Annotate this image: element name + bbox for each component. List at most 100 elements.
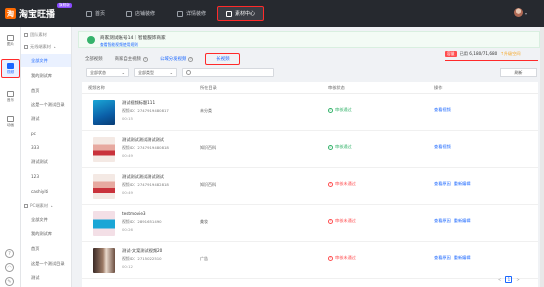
re-edit-link[interactable]: 重新编辑 (454, 255, 471, 261)
warning-icon: ! (328, 181, 333, 187)
video-position: 知识百科 (200, 145, 216, 150)
video-position: 美妆 (200, 219, 208, 224)
review-status-text: 审核通过 (335, 144, 352, 149)
next-page-button[interactable]: > (516, 277, 519, 282)
rail-item-label: 图片 (6, 41, 15, 46)
re-edit-link[interactable]: 重新编辑 (454, 181, 471, 187)
tab-public-videos[interactable]: 公域分发视频? (160, 53, 194, 65)
view-reason-link[interactable]: 查看原因 (434, 181, 451, 187)
table-row: 测试-文案测试视频20 视频ID：2715022510 00:12 广告 ! 审核… (82, 242, 538, 279)
topnav-detail[interactable]: 详情装修 (177, 6, 206, 21)
status-select[interactable]: 全部状态 ⌄ (86, 68, 129, 77)
sidebar-item[interactable]: 这是一个测试目录 (21, 98, 71, 111)
rail-item-label: 视频 (6, 69, 15, 74)
page-scrollbar[interactable] (540, 27, 544, 287)
video-position: 知识百科 (200, 182, 216, 187)
page-1-button[interactable]: 1 (505, 276, 513, 283)
video-name: testmovie3 (122, 211, 146, 216)
chevron-up-icon: ▴ (51, 203, 53, 208)
tab-merchant-videos[interactable]: 商家自主视频? (115, 53, 148, 65)
topnav-home[interactable]: 首页 (86, 6, 105, 21)
rail-item-animation[interactable]: 动画 (1, 112, 20, 131)
tab-long-videos[interactable]: 长视频 (205, 53, 241, 65)
re-edit-link[interactable]: 重新编辑 (454, 218, 471, 224)
video-table: 视频名称 所在目录 审核状态 操作 测试视频标题111 视频ID：2747919… (82, 82, 538, 287)
sidebar-item[interactable]: 测试 (21, 271, 71, 284)
video-tabs: 全部视频 商家自主视频? 公域分发视频? 长视频 (85, 53, 252, 65)
main-content: 商家测试账号14｜智能服饰商家 查看智能视频使用规则 容量 已用 6,180/7… (78, 27, 540, 287)
topnav-detail-label: 详情装修 (186, 11, 207, 17)
review-status-text: 审核未通过 (335, 181, 356, 186)
type-select[interactable]: 全部类型 ⌄ (134, 68, 177, 77)
sidebar-item[interactable]: 首页 (21, 84, 71, 97)
sidebar-item[interactable]: 我的测试库 (21, 227, 71, 240)
view-reason-link[interactable]: 查看原因 (434, 255, 451, 261)
row-actions: 查看原因 重新编辑 (434, 218, 471, 224)
service-icon[interactable]: ◠ (5, 263, 14, 272)
table-row: 测试视频标题111 视频ID：2747919480817 00:15 未分类 ✓… (82, 94, 538, 131)
view-reason-link[interactable]: 查看原因 (434, 218, 451, 224)
usage-highlight-line (445, 60, 538, 62)
usage-badge: 容量 (445, 51, 457, 57)
view-video-link[interactable]: 查看视频 (434, 107, 451, 113)
sidebar-item[interactable]: 全部文件 (21, 213, 71, 226)
feedback-icon[interactable]: ✎ (5, 277, 14, 286)
refresh-button[interactable]: 刷新 (500, 68, 537, 77)
rail-item-image[interactable]: 图片 (1, 31, 20, 50)
animation-icon (7, 115, 14, 122)
col-position: 所在目录 (200, 85, 217, 90)
video-icon (7, 62, 14, 69)
table-row: 测试测试测试测试测试 视频ID：2747919480818 00:49 知识百科… (82, 131, 538, 168)
topnav-material-label: 素材中心 (235, 11, 256, 17)
row-actions: 查看视频 (434, 144, 451, 150)
sidebar-item[interactable]: 333 (21, 141, 71, 154)
video-thumbnail[interactable] (93, 248, 115, 273)
topnav-store[interactable]: 店铺装修 (126, 6, 155, 21)
help-icon[interactable]: ? (5, 249, 14, 258)
sidebar-item[interactable]: 测试测试 (21, 155, 71, 168)
sidebar-group-pc[interactable]: PC端素材 ▴ (21, 199, 71, 212)
notice-title: 商家测试账号14｜智能服饰商家 (100, 36, 166, 41)
video-id: 视频ID：2715022510 (122, 256, 162, 261)
sidebar-item[interactable]: 这是一个测试目录 (21, 257, 71, 270)
video-position: 广告 (200, 256, 208, 261)
help-icon[interactable]: ? (188, 56, 194, 62)
video-id: 视频ID：2747919480817 (122, 108, 169, 113)
sidebar-item[interactable]: 首页 (21, 242, 71, 255)
tab-all-videos[interactable]: 全部视频 (85, 53, 103, 65)
sidebar-item[interactable]: 123 (21, 170, 71, 183)
rail-item-music[interactable]: 音乐 (1, 87, 20, 106)
sidebar-item-all-files[interactable]: 全部文件 (21, 54, 71, 67)
notice-banner: 商家测试账号14｜智能服饰商家 查看智能视频使用规则 (78, 31, 540, 48)
sidebar-group-mobile[interactable]: 无线端素材 ▴ (21, 40, 71, 53)
view-video-link[interactable]: 查看视频 (434, 144, 451, 150)
warning-icon: ! (328, 218, 333, 224)
chevron-down-icon[interactable]: ▾ (525, 11, 527, 16)
video-thumbnail[interactable] (93, 100, 115, 125)
col-name: 视频名称 (88, 85, 105, 90)
sidebar-item[interactable]: cashiyiti (21, 185, 71, 198)
topnav-material-center[interactable]: 素材中心 (217, 6, 265, 21)
video-thumbnail[interactable] (93, 137, 115, 162)
help-icon[interactable]: ? (142, 56, 148, 62)
search-input[interactable] (182, 68, 274, 77)
upgrade-link[interactable]: ↑升级空间 (500, 51, 520, 57)
type-select-value: 全部类型 (138, 69, 154, 75)
row-actions: 查看原因 重新编辑 (434, 255, 471, 261)
sidebar-item[interactable]: 测试 (21, 112, 71, 125)
video-thumbnail[interactable] (93, 211, 115, 236)
tab-label: 长视频 (216, 57, 230, 62)
video-duration: 00:15 (122, 116, 133, 121)
sidebar-item[interactable]: 我的测试库 (21, 69, 71, 82)
video-name: 测试视频标题111 (122, 100, 156, 105)
brand[interactable]: 淘 淘宝旺播 旗舰版 (5, 3, 72, 20)
prev-page-button[interactable]: < (498, 277, 501, 282)
chevron-up-icon: ▴ (53, 44, 56, 49)
rail-item-video[interactable]: 视频 (1, 59, 20, 78)
notice-link[interactable]: 查看智能视频使用规则 (100, 42, 138, 48)
video-name: 测试测试测试测试测试 (122, 137, 164, 142)
sidebar-item[interactable]: pc (21, 127, 71, 140)
video-thumbnail[interactable] (93, 174, 115, 199)
pagination: < 1 > (498, 276, 520, 283)
avatar[interactable] (514, 8, 523, 17)
